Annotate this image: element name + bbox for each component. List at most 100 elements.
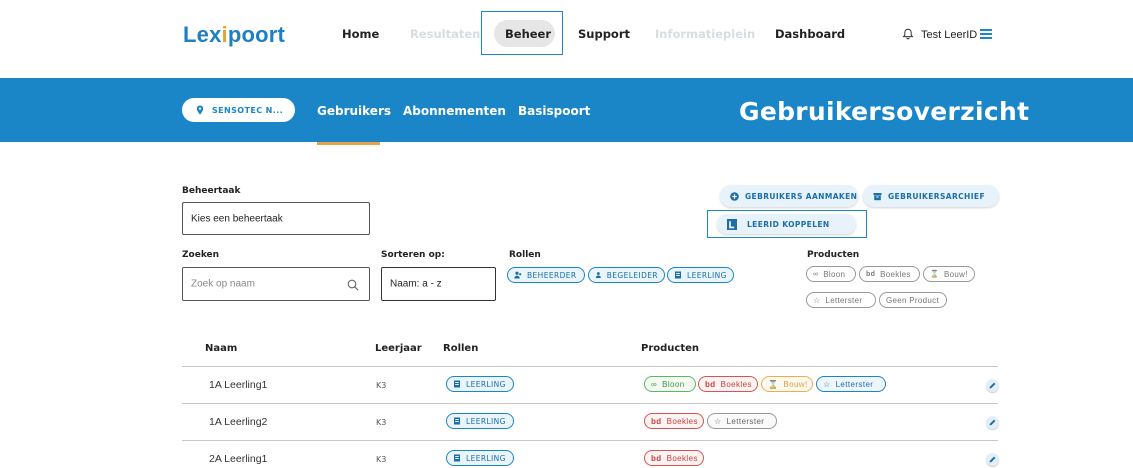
star-icon: ☆	[823, 379, 831, 389]
student-icon	[675, 271, 681, 279]
nav-beheer[interactable]: Beheer	[505, 27, 551, 41]
row-role-label: LEERLING	[466, 379, 506, 389]
top-navigation: Lexipoort Home Resultaten Beheer Support…	[0, 0, 1133, 78]
bloon-icon: ∞	[813, 270, 819, 278]
hamburger-menu-icon[interactable]	[980, 29, 992, 39]
row-role-badge: LEERLING	[446, 450, 514, 466]
column-header-naam[interactable]: Naam	[205, 343, 237, 354]
row-product-boekles: bd Boekles	[698, 376, 758, 392]
leerid-koppelen-label: LEERID KOPPELEN	[747, 219, 830, 229]
bouw-icon: ⌛	[930, 271, 940, 278]
sort-value: Naam: a - z	[390, 278, 442, 290]
star-icon: ☆	[813, 295, 821, 305]
user-icon	[595, 272, 601, 279]
row-product-label: Bloon	[662, 379, 685, 389]
student-icon	[454, 454, 460, 462]
organisation-label: SENSOTEC N...	[212, 105, 284, 115]
filter-role-begeleider[interactable]: BEGELEIDER	[588, 267, 665, 283]
beheertaak-select[interactable]: Kies een beheertaak	[182, 202, 370, 235]
filter-product-boekles[interactable]: bd Boekles	[859, 266, 920, 282]
filter-product-letterster[interactable]: ☆ Letterster	[806, 292, 876, 308]
row-name[interactable]: 1A Leerling1	[209, 379, 267, 391]
table-header-divider	[182, 366, 998, 367]
edit-user-button[interactable]	[986, 416, 999, 429]
gebruikersarchief-button[interactable]: GEBRUIKERSARCHIEF	[863, 185, 999, 207]
column-header-leerjaar[interactable]: Leerjaar	[375, 343, 422, 354]
row-product-label: Boekles	[666, 453, 698, 463]
user-name[interactable]: Test LeerID	[921, 29, 977, 41]
gebruikers-aanmaken-label: GEBRUIKERS AANMAKEN	[745, 191, 858, 201]
column-header-rollen: Rollen	[443, 343, 479, 354]
pencil-icon	[989, 456, 996, 463]
search-placeholder: Zoek op naam	[191, 278, 255, 290]
filter-product-bouw[interactable]: ⌛ Bouw!	[923, 266, 975, 282]
row-product-bloon: ∞ Bloon	[644, 376, 696, 392]
row-product-label: Letterster	[835, 379, 874, 389]
boekles-icon: bd	[866, 270, 876, 278]
tab-abonnementen[interactable]: Abonnementen	[403, 104, 506, 118]
nav-informatieplein: Informatieplein	[655, 27, 756, 41]
edit-user-button[interactable]	[986, 379, 999, 392]
sorteren-label: Sorteren op:	[381, 250, 445, 260]
row-role-badge: LEERLING	[446, 376, 514, 392]
filter-role-beheerder[interactable]: BEHEERDER	[507, 267, 585, 283]
row-role-label: LEERLING	[466, 416, 506, 426]
beheertaak-value: Kies een beheertaak	[191, 213, 283, 224]
row-product-letterster: ☆ Letterster	[816, 376, 886, 392]
page-title: Gebruikersoverzicht	[739, 97, 1030, 126]
row-leerjaar: K3	[376, 381, 387, 390]
plus-circle-icon	[730, 191, 739, 201]
search-icon[interactable]	[347, 279, 359, 291]
edit-user-button[interactable]	[986, 453, 999, 466]
nav-support[interactable]: Support	[578, 27, 630, 41]
bloon-icon: ∞	[651, 379, 658, 389]
gebruikersarchief-label: GEBRUIKERSARCHIEF	[888, 191, 985, 201]
filter-role-beheerder-label: BEHEERDER	[527, 270, 577, 280]
filter-product-geen[interactable]: Geen Product	[879, 292, 947, 308]
gebruikers-aanmaken-button[interactable]: GEBRUIKERS AANMAKEN	[720, 185, 858, 207]
beheertaak-label: Beheertaak	[182, 186, 241, 196]
search-input[interactable]: Zoek op naam	[182, 267, 370, 301]
filter-role-leerling[interactable]: LEERLING	[667, 267, 734, 283]
tab-basispoort[interactable]: Basispoort	[518, 104, 590, 118]
users-icon	[514, 271, 522, 279]
row-product-label: Bouw!	[783, 379, 808, 389]
row-divider	[182, 403, 998, 404]
boekles-icon: bd	[651, 453, 662, 463]
archive-icon	[873, 192, 882, 200]
filter-product-bloon[interactable]: ∞ Bloon	[806, 266, 856, 282]
filter-role-leerling-label: LEERLING	[687, 270, 727, 280]
filter-product-letterster-label: Letterster	[825, 295, 863, 305]
location-pin-icon	[196, 105, 204, 115]
filter-product-geen-label: Geen Product	[886, 295, 939, 305]
row-divider	[182, 440, 998, 441]
row-product-boekles: bd Boekles	[644, 413, 704, 429]
row-product-label: Boekles	[666, 416, 698, 426]
leerid-logo-icon	[727, 218, 737, 230]
sort-select[interactable]: Naam: a - z	[381, 267, 496, 301]
star-icon: ☆	[714, 416, 722, 426]
row-product-bouw: ⌛ Bouw!	[761, 376, 813, 392]
boekles-icon: bd	[705, 379, 716, 389]
row-name[interactable]: 1A Leerling2	[209, 416, 267, 428]
filter-product-boekles-label: Boekles	[880, 269, 911, 279]
student-icon	[454, 380, 460, 388]
leerid-koppelen-button[interactable]: LEERID KOPPELEN	[717, 214, 856, 234]
pencil-icon	[989, 419, 996, 426]
logo-text-prefix: Lex	[183, 22, 222, 47]
row-role-label: LEERLING	[466, 453, 506, 463]
bell-icon[interactable]	[902, 28, 914, 40]
row-product-boekles: bd Boekles	[644, 450, 704, 466]
nav-dashboard[interactable]: Dashboard	[775, 27, 845, 41]
organisation-selector[interactable]: SENSOTEC N...	[182, 98, 295, 122]
tab-gebruikers[interactable]: Gebruikers	[317, 104, 391, 118]
row-leerjaar: K3	[376, 455, 387, 464]
row-role-badge: LEERLING	[446, 413, 514, 429]
lexipoort-logo[interactable]: Lexipoort	[183, 22, 285, 48]
nav-home[interactable]: Home	[342, 27, 379, 41]
rollen-label: Rollen	[509, 250, 541, 260]
row-leerjaar: K3	[376, 418, 387, 427]
row-name[interactable]: 2A Leerling1	[209, 453, 267, 465]
filter-product-bouw-label: Bouw!	[944, 269, 968, 279]
producten-label: Producten	[807, 250, 860, 260]
